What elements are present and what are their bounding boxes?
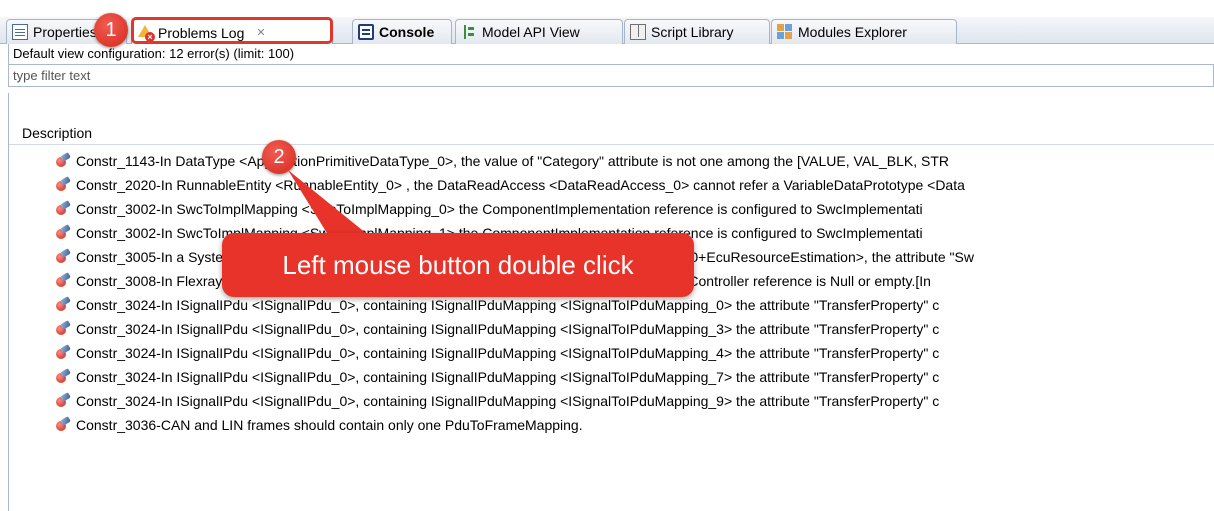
modules-explorer-icon — [777, 24, 793, 40]
table-row[interactable]: Constr_3036-CAN and LIN frames should co… — [9, 413, 1214, 437]
table-row[interactable]: Constr_1143-In DataType <ApplicationPrim… — [9, 149, 1214, 173]
row-description: Constr_3036-CAN and LIN frames should co… — [76, 417, 583, 433]
error-icon — [56, 394, 70, 408]
error-icon — [56, 346, 70, 360]
model-api-icon — [461, 24, 477, 40]
tab-modules-explorer[interactable]: Modules Explorer — [771, 19, 957, 44]
problems-log-highlight — [131, 17, 333, 44]
console-icon — [358, 24, 374, 40]
row-description: Constr_3024-In ISignalIPdu <ISignalIPdu_… — [76, 345, 940, 361]
instruction-callout: Left mouse button double click — [222, 233, 694, 297]
properties-icon — [12, 24, 28, 40]
tab-properties-label: Properties — [33, 24, 97, 40]
row-description: Constr_3002-In SwcToImplMapping <SwcToIm… — [76, 201, 923, 217]
step-badge-2: 2 — [262, 140, 296, 174]
tab-console-label: Console — [379, 24, 435, 40]
error-icon — [56, 226, 70, 240]
table-row[interactable]: Constr_3024-In ISignalIPdu <ISignalIPdu_… — [9, 341, 1214, 365]
tab-model-api-view[interactable]: Model API View — [455, 19, 623, 44]
error-icon — [56, 418, 70, 432]
error-icon — [56, 298, 70, 312]
script-library-icon — [630, 24, 646, 40]
table-row[interactable]: Constr_3024-In ISignalIPdu <ISignalIPdu_… — [9, 389, 1214, 413]
filter-box — [8, 64, 1214, 87]
step-badge-1: 1 — [94, 13, 128, 47]
filter-input[interactable] — [9, 65, 1213, 86]
error-icon — [56, 250, 70, 264]
table-row[interactable]: Constr_2020-In RunnableEntity <RunnableE… — [9, 173, 1214, 197]
error-icon — [56, 202, 70, 216]
table-row[interactable]: Constr_3024-In ISignalIPdu <ISignalIPdu_… — [9, 365, 1214, 389]
error-summary: Default view configuration: 12 error(s) … — [8, 44, 1214, 64]
row-description: Constr_2020-In RunnableEntity <RunnableE… — [76, 177, 965, 193]
row-description: Constr_1143-In DataType <ApplicationPrim… — [76, 153, 949, 169]
table-row[interactable]: Constr_3024-In ISignalIPdu <ISignalIPdu_… — [9, 317, 1214, 341]
row-description: Constr_3024-In ISignalIPdu <ISignalIPdu_… — [76, 321, 940, 337]
tab-script-library-label: Script Library — [651, 24, 734, 40]
error-icon — [56, 178, 70, 192]
error-icon — [56, 370, 70, 384]
tab-model-api-view-label: Model API View — [482, 24, 580, 40]
error-icon — [56, 154, 70, 168]
tab-script-library[interactable]: Script Library — [624, 19, 770, 44]
tab-modules-explorer-label: Modules Explorer — [798, 24, 907, 40]
row-description: Constr_3024-In ISignalIPdu <ISignalIPdu_… — [76, 393, 940, 409]
tab-console[interactable]: Console — [352, 19, 452, 44]
column-header-description[interactable]: Description — [9, 121, 1214, 145]
problems-table: Description Constr_1143-In DataType <App… — [8, 93, 1214, 511]
error-icon — [56, 322, 70, 336]
error-icon — [56, 274, 70, 288]
table-row[interactable]: Constr_3002-In SwcToImplMapping <SwcToIm… — [9, 197, 1214, 221]
row-description: Constr_3024-In ISignalIPdu <ISignalIPdu_… — [76, 369, 940, 385]
